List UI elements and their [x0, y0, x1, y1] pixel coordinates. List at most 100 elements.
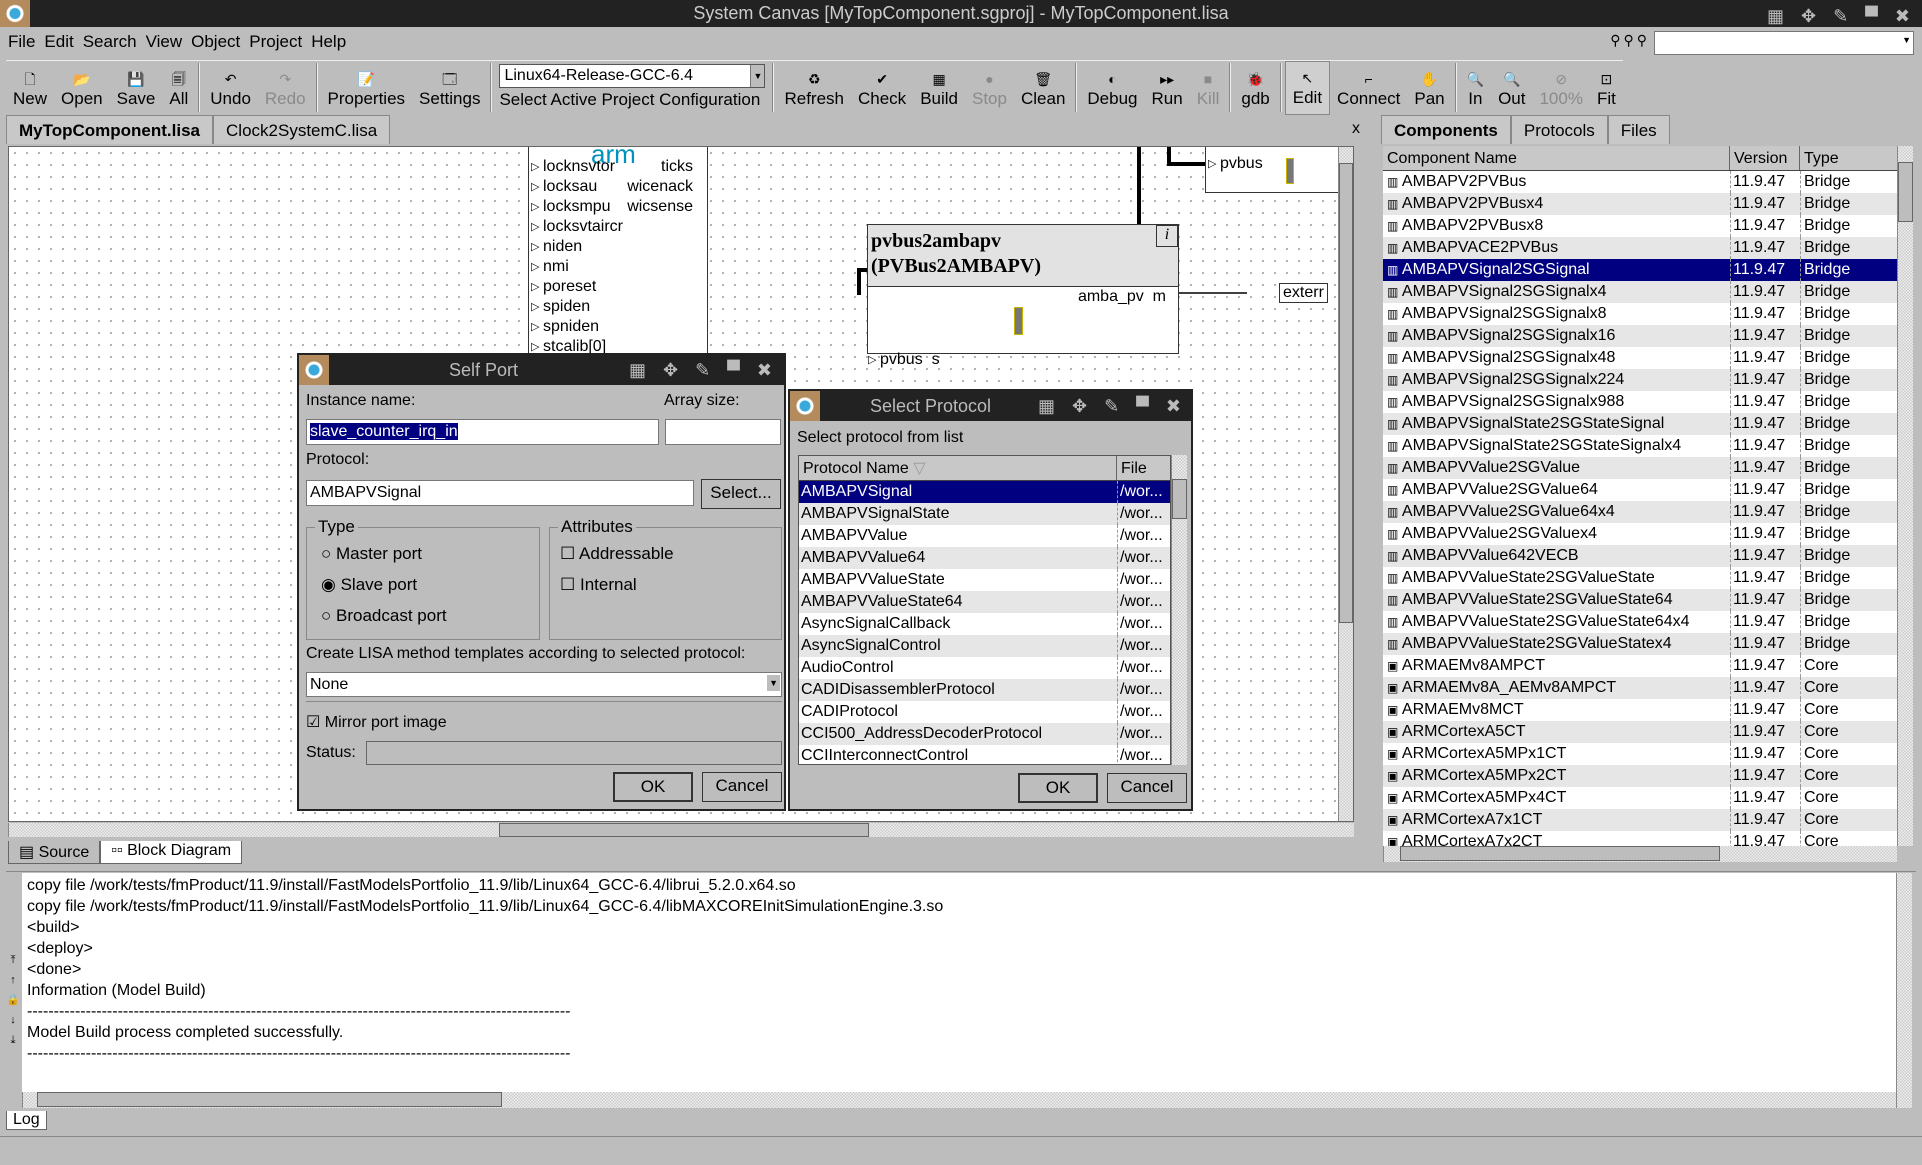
column-component-name[interactable]: Component Name [1383, 146, 1730, 170]
clean-button[interactable]: 🗑 Clean [1014, 61, 1072, 115]
column-version[interactable]: Version [1730, 146, 1800, 170]
log-output[interactable]: copy file /work/tests/fmProduct/11.9/ins… [22, 873, 1896, 1095]
radio-master-port[interactable]: ○ Master port [321, 544, 422, 564]
component-row[interactable]: ▣ ARMAEMv8MCT 11.9.47 Core [1383, 699, 1897, 721]
component-row[interactable]: ▥ AMBAPVValue642VECB 11.9.47 Bridge [1383, 545, 1897, 567]
ok-button[interactable]: OK [613, 772, 693, 802]
port-pvbus-s[interactable]: pvbus s [868, 350, 1178, 370]
component-row[interactable]: ▣ ARMCortexA7x1CT 11.9.47 Core [1383, 809, 1897, 831]
component-row[interactable]: ▣ ARMCortexA5CT 11.9.47 Core [1383, 721, 1897, 743]
component-list-hscroll[interactable] [1383, 846, 1897, 862]
protocol-row[interactable]: CADIProtocol/wor... [799, 701, 1170, 723]
component-row[interactable]: ▥ AMBAPVSignal2SGSignalx8 11.9.47 Bridge [1383, 303, 1897, 325]
edit-button[interactable]: ↖ Edit [1284, 61, 1331, 115]
cancel-button[interactable]: Cancel [1107, 773, 1187, 803]
menu-edit[interactable]: Edit [44, 32, 73, 52]
component-list[interactable]: Component Name Version Type ▥ AMBAPV2PVB… [1383, 146, 1897, 846]
config-selector[interactable]: Linux64-Release-GCC-6.4 ▼ Select Active Pr… [495, 61, 769, 114]
log-vscroll[interactable] [1896, 873, 1912, 1108]
top-right-component-block[interactable]: pvbus [1205, 147, 1353, 193]
check-button[interactable]: ✔ Check [851, 61, 913, 115]
all-button[interactable]: 🗐 All [162, 61, 195, 115]
dialog-titlebar[interactable]: Select Protocol ▦ ✥ ✎ ▀ ✖ [790, 391, 1191, 421]
component-row[interactable]: ▣ ARMCortexA5MPx2CT 11.9.47 Core [1383, 765, 1897, 787]
tab-source[interactable]: ▤ Source [8, 841, 101, 864]
component-row[interactable]: ▥ AMBAPVValueState2SGValueState 11.9.47 Br… [1383, 567, 1897, 589]
component-row[interactable]: ▣ ARMCortexA5MPx4CT 11.9.47 Core [1383, 787, 1897, 809]
protocol-row[interactable]: CCI500_AddressDecoderProtocol/wor... [799, 723, 1170, 745]
component-row[interactable]: ▥ AMBAPV2PVBus 11.9.47 Bridge [1383, 171, 1897, 193]
tab-clock2systemc[interactable]: Clock2SystemC.lisa [213, 115, 391, 144]
component-row[interactable]: ▥ AMBAPVACE2PVBus 11.9.47 Bridge [1383, 237, 1897, 259]
save-button[interactable]: 💾 Save [110, 61, 163, 115]
component-row[interactable]: ▥ AMBAPVSignal2SGSignalx16 11.9.47 Bridge [1383, 325, 1897, 347]
menu-object[interactable]: Object [191, 32, 240, 52]
protocol-row[interactable]: AMBAPVValueState/wor... [799, 569, 1170, 591]
column-type[interactable]: Type [1800, 146, 1897, 170]
kill-button[interactable]: ■ Kill [1190, 61, 1227, 115]
protocol-row[interactable]: AMBAPVValue64/wor... [799, 547, 1170, 569]
tab-block-diagram[interactable]: ▫▫ Block Diagram [100, 841, 243, 864]
component-row[interactable]: ▥ AMBAPVSignalState2SGStateSignalx4 11.9.… [1383, 435, 1897, 457]
find-icon[interactable]: ⚲ [1610, 32, 1623, 48]
protocol-row[interactable]: AudioControl/wor... [799, 657, 1170, 679]
component-row[interactable]: ▣ ARMAEMv8AMPCT 11.9.47 Core [1383, 655, 1897, 677]
column-protocol-name[interactable]: Protocol Name ▽ [799, 456, 1117, 480]
run-button[interactable]: ▸▸ Run [1145, 61, 1190, 115]
component-row[interactable]: ▣ ARMCortexA7x2CT 11.9.47 Core [1383, 831, 1897, 846]
protocol-list-vscroll[interactable] [1171, 455, 1187, 765]
protocol-list[interactable]: Protocol Name ▽ File AMBAPVSignal/wor...… [798, 455, 1171, 765]
config-select[interactable]: Linux64-Release-GCC-6.4 ▼ [499, 64, 766, 88]
pvbus2ambapv-block[interactable]: pvbus2ambapv (PVBus2AMBAPV) i pvbus s am… [867, 224, 1179, 370]
protocol-row[interactable]: CCIInterconnectControl/wor... [799, 745, 1170, 764]
component-row[interactable]: ▥ AMBAPVValueState2SGValueState64x4 11.9.… [1383, 611, 1897, 633]
tab-components[interactable]: Components [1381, 115, 1511, 144]
mirror-port-checkbox[interactable]: ☑ Mirror port image [306, 712, 447, 732]
menu-project[interactable]: Project [249, 32, 302, 52]
gdb-button[interactable]: 🐞 gdb [1234, 61, 1276, 115]
component-row[interactable]: ▥ AMBAPVSignal2SGSignalx48 11.9.47 Bridge [1383, 347, 1897, 369]
component-row[interactable]: ▣ ARMCortexA5MPx1CT 11.9.47 Core [1383, 743, 1897, 765]
menu-view[interactable]: View [146, 32, 183, 52]
cancel-button[interactable]: Cancel [702, 772, 782, 802]
protocol-row[interactable]: AsyncSignalControl/wor... [799, 635, 1170, 657]
array-size-input[interactable] [665, 419, 781, 445]
select-protocol-button[interactable]: Select... [701, 479, 781, 509]
find-prev-icon[interactable]: ⚲ [1637, 32, 1650, 48]
component-row[interactable]: ▥ AMBAPVSignal2SGSignal 11.9.47 Bridge [1383, 259, 1897, 281]
component-list-vscroll[interactable] [1897, 146, 1913, 846]
tab-protocols[interactable]: Protocols [1510, 115, 1608, 144]
external-port[interactable]: exterr [1279, 283, 1328, 303]
window-controls-icon[interactable]: ▦ ✥ ✎ ▀ ✖ [1767, 3, 1916, 30]
tab-log[interactable]: Log [6, 1111, 47, 1130]
component-row[interactable]: ▥ AMBAPVSignal2SGSignalx224 11.9.47 Bridge [1383, 369, 1897, 391]
instance-name-input[interactable]: slave_counter_irq_in [306, 419, 659, 445]
menu-search[interactable]: Search [83, 32, 137, 52]
component-row[interactable]: ▣ ARMAEMv8A_AEMv8AMPCT 11.9.47 Core [1383, 677, 1897, 699]
build-button[interactable]: ▦ Build [913, 61, 965, 115]
stop-button[interactable]: ● Stop [965, 61, 1014, 115]
checkbox-addressable[interactable]: ☐ Addressable [560, 544, 674, 564]
menu-file[interactable]: File [8, 32, 35, 52]
menu-help[interactable]: Help [311, 32, 346, 52]
protocol-row[interactable]: AMBAPVSignal/wor... [799, 481, 1170, 503]
connect-button[interactable]: ⌐ Connect [1330, 61, 1407, 115]
fit-button[interactable]: ⊡ Fit [1590, 61, 1623, 115]
protocol-row[interactable]: AsyncSignalCallback/wor... [799, 613, 1170, 635]
log-nav-icons[interactable]: ⤒ ↑ 🔒 ↓ ⤓ [6, 950, 20, 1050]
refresh-button[interactable]: ♻ Refresh [777, 61, 851, 115]
new-button[interactable]: 🗋 New [6, 61, 54, 115]
component-row[interactable]: ▥ AMBAPVValue2SGValuex4 11.9.47 Bridge [1383, 523, 1897, 545]
log-hscroll[interactable] [22, 1092, 1896, 1108]
window-controls-icon[interactable]: ▦ ✥ ✎ ▀ ✖ [1038, 391, 1187, 421]
protocol-row[interactable]: CADIDisassemblerProtocol/wor... [799, 679, 1170, 701]
radio-broadcast-port[interactable]: ○ Broadcast port [321, 606, 447, 626]
port-amba-pv-m[interactable]: amba_pv m [1078, 288, 1166, 306]
info-icon[interactable]: i [1156, 225, 1178, 247]
component-row[interactable]: ▥ AMBAPVSignal2SGSignalx4 11.9.47 Bridge [1383, 281, 1897, 303]
component-row[interactable]: ▥ AMBAPV2PVBusx4 11.9.47 Bridge [1383, 193, 1897, 215]
100-button[interactable]: ⊘ 100% [1532, 61, 1589, 115]
checkbox-internal[interactable]: ☐ Internal [560, 575, 637, 595]
lisa-templates-select[interactable]: None ▼ [306, 672, 782, 697]
find-next-icon[interactable]: ⚲ [1623, 32, 1636, 48]
